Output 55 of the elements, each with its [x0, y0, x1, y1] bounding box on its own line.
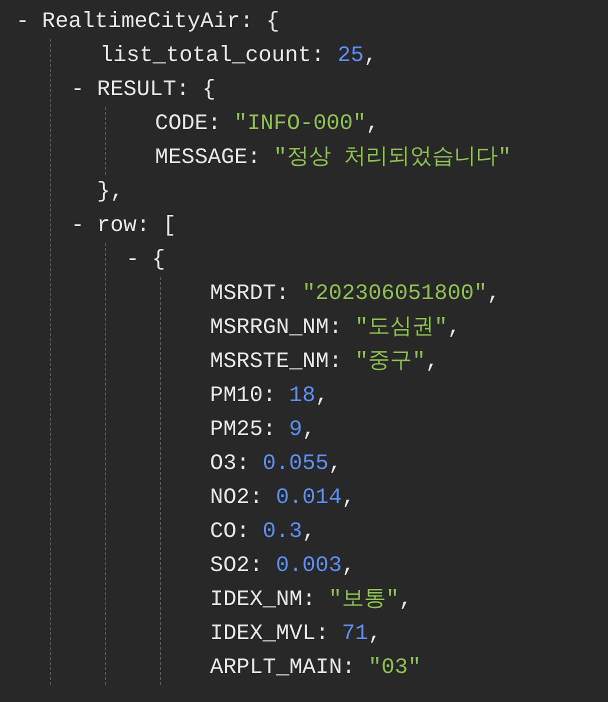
number-value: 0.014 [276, 484, 342, 512]
json-key: CODE: [155, 107, 222, 141]
comma: , [342, 484, 356, 512]
comma: , [487, 280, 500, 308]
json-key: O3: [210, 447, 250, 481]
comma: , [328, 450, 342, 478]
string-value: "INFO-000" [234, 110, 366, 138]
json-key: SO2: [210, 549, 263, 583]
comma: , [368, 620, 382, 648]
comma: , [302, 518, 316, 546]
json-key: CO: [210, 515, 250, 549]
number-value: 0.055 [262, 450, 329, 478]
json-key: ARPLT_MAIN: [210, 651, 356, 685]
json-key: row: [97, 209, 150, 243]
bracket: { [152, 246, 166, 274]
bracket: { [266, 8, 280, 36]
comma: , [447, 314, 461, 342]
string-value: "03" [368, 654, 422, 682]
json-key: IDEX_NM: [210, 583, 316, 617]
string-value: "도심권" [355, 314, 448, 342]
json-key: MESSAGE: [155, 141, 261, 175]
bracket: { [202, 76, 216, 104]
number-value: 9 [289, 416, 302, 444]
string-value: "정상 처리되었습니다" [274, 144, 512, 172]
number-value: 25 [337, 42, 364, 70]
collapse-toggle[interactable]: - [16, 5, 42, 39]
comma: , [302, 416, 316, 444]
collapse-toggle[interactable]: - [71, 73, 97, 107]
json-key: list_total_count: [100, 39, 324, 73]
string-value: "202306051800" [302, 280, 488, 308]
json-key: NO2: [210, 481, 263, 515]
collapse-toggle[interactable]: - [71, 209, 97, 243]
bracket: [ [162, 212, 176, 240]
collapse-toggle[interactable]: - [126, 243, 152, 277]
string-value: "보통" [328, 586, 400, 614]
json-key: PM25: [210, 413, 276, 447]
json-key: RealtimeCityAir: [42, 5, 254, 39]
json-key: PM10: [210, 379, 276, 413]
comma: , [366, 110, 380, 138]
comma: , [399, 586, 412, 614]
number-value: 18 [289, 382, 316, 410]
number-value: 71 [342, 620, 368, 648]
number-value: 0.3 [262, 518, 302, 546]
string-value: "중구" [355, 348, 426, 376]
json-key: MSRSTE_NM: [210, 345, 342, 379]
comma: , [342, 552, 356, 580]
comma: , [425, 348, 439, 376]
json-key: IDEX_MVL: [210, 617, 329, 651]
comma: , [364, 42, 378, 70]
json-key: RESULT: [97, 73, 190, 107]
number-value: 0.003 [276, 552, 342, 580]
comma: , [315, 382, 329, 410]
json-key: MSRDT: [210, 277, 290, 311]
bracket: }, [97, 178, 124, 206]
json-key: MSRRGN_NM: [210, 311, 342, 345]
